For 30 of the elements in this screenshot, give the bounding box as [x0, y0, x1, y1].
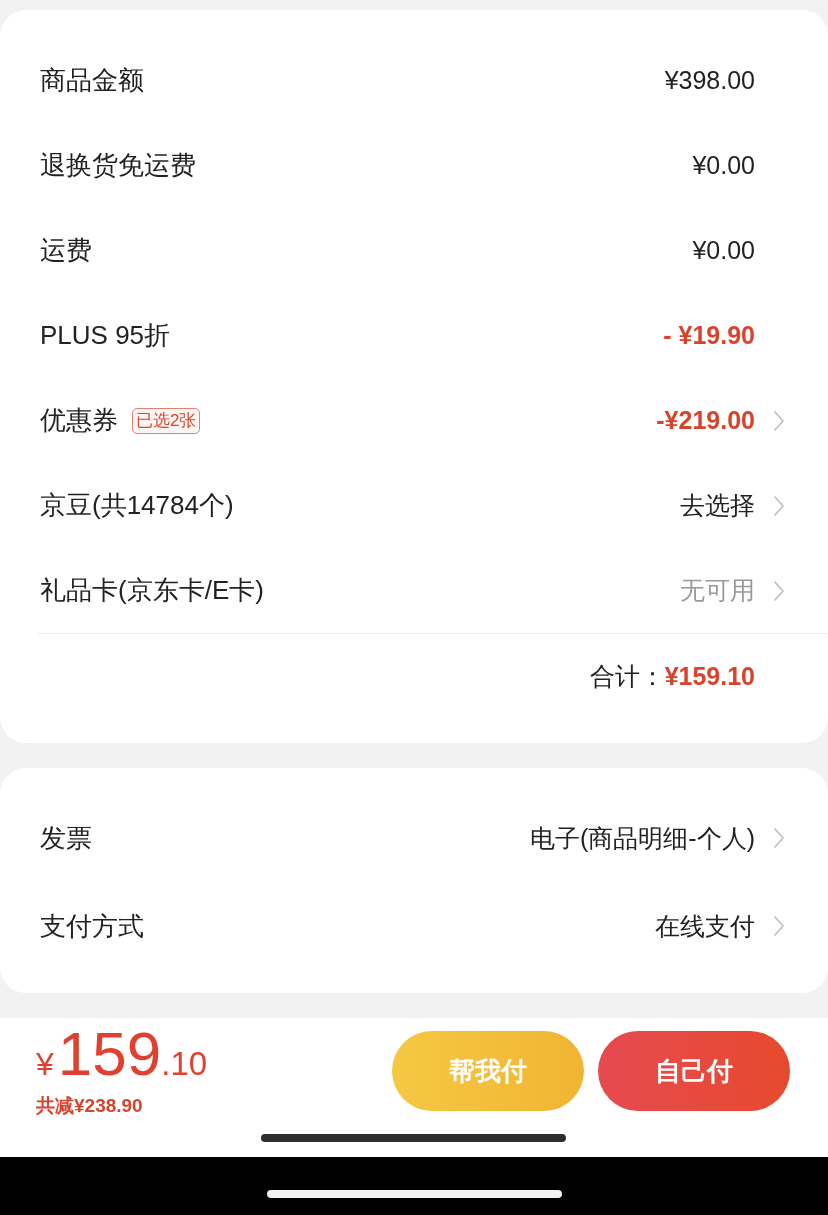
- chevron-right-icon: [774, 916, 784, 936]
- savings-text: 共减¥238.90: [36, 1094, 143, 1118]
- row-label: 运费: [40, 234, 92, 267]
- row-label: 礼品卡(京东卡/E卡): [40, 574, 264, 607]
- row-label: 支付方式: [40, 909, 144, 943]
- currency-symbol: ¥: [36, 1048, 54, 1080]
- row-value[interactable]: 在线支付: [655, 909, 755, 943]
- row-value: ¥398.00: [664, 66, 755, 95]
- row-label: 发票: [40, 821, 92, 855]
- price-decimal: .10: [161, 1047, 208, 1080]
- total-amount: ¥159.10: [664, 661, 755, 691]
- chevron-right-icon: [774, 410, 784, 431]
- chevron-right-icon: [774, 495, 784, 516]
- row-label: 商品金额: [40, 64, 144, 97]
- row-value: ¥0.00: [692, 151, 755, 180]
- row-value[interactable]: 电子(商品明细-个人): [530, 821, 755, 855]
- row-value: ¥0.00: [692, 236, 755, 265]
- price-integer: 159: [57, 1023, 162, 1085]
- row-value: - ¥19.90: [663, 321, 755, 350]
- row-value[interactable]: -¥219.00: [656, 406, 755, 435]
- total-label: 合计：: [589, 660, 665, 692]
- chevron-right-icon: [774, 580, 784, 601]
- row-label: 京豆(共14784个): [40, 489, 234, 522]
- chevron-right-icon: [774, 828, 784, 848]
- row-label: 退换货免运费: [40, 149, 196, 182]
- row-label: 优惠券: [40, 404, 118, 437]
- selected-count-tag: 已选2张: [132, 407, 201, 434]
- row-label: PLUS 95折: [40, 319, 171, 352]
- row-value[interactable]: 去选择: [680, 489, 755, 522]
- pay-button[interactable]: 自己付: [598, 1031, 790, 1111]
